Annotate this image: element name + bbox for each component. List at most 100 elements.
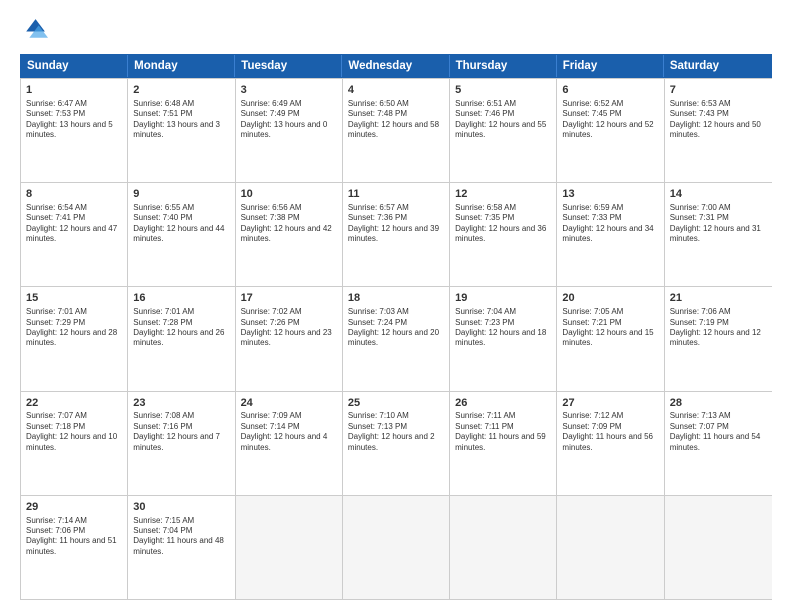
day-number: 7 [670,83,767,98]
cal-header-monday: Monday [128,55,235,77]
cal-day-10: 10Sunrise: 6:56 AM Sunset: 7:38 PM Dayli… [236,183,343,286]
day-info: Sunrise: 7:14 AM Sunset: 7:06 PM Dayligh… [26,516,122,558]
cal-day-12: 12Sunrise: 6:58 AM Sunset: 7:35 PM Dayli… [450,183,557,286]
day-number: 3 [241,83,337,98]
day-info: Sunrise: 6:50 AM Sunset: 7:48 PM Dayligh… [348,99,444,141]
day-number: 22 [26,396,122,411]
cal-day-13: 13Sunrise: 6:59 AM Sunset: 7:33 PM Dayli… [557,183,664,286]
cal-day-15: 15Sunrise: 7:01 AM Sunset: 7:29 PM Dayli… [21,287,128,390]
cal-day-20: 20Sunrise: 7:05 AM Sunset: 7:21 PM Dayli… [557,287,664,390]
cal-day-21: 21Sunrise: 7:06 AM Sunset: 7:19 PM Dayli… [665,287,772,390]
day-info: Sunrise: 7:15 AM Sunset: 7:04 PM Dayligh… [133,516,229,558]
day-number: 25 [348,396,444,411]
day-info: Sunrise: 7:10 AM Sunset: 7:13 PM Dayligh… [348,411,444,453]
cal-week-2: 8Sunrise: 6:54 AM Sunset: 7:41 PM Daylig… [21,182,772,286]
day-info: Sunrise: 6:54 AM Sunset: 7:41 PM Dayligh… [26,203,122,245]
cal-day-27: 27Sunrise: 7:12 AM Sunset: 7:09 PM Dayli… [557,392,664,495]
cal-day-25: 25Sunrise: 7:10 AM Sunset: 7:13 PM Dayli… [343,392,450,495]
cal-week-1: 1Sunrise: 6:47 AM Sunset: 7:53 PM Daylig… [21,78,772,182]
day-number: 5 [455,83,551,98]
day-info: Sunrise: 7:09 AM Sunset: 7:14 PM Dayligh… [241,411,337,453]
day-number: 15 [26,291,122,306]
logo-icon [20,16,48,44]
day-info: Sunrise: 6:59 AM Sunset: 7:33 PM Dayligh… [562,203,658,245]
cal-day-19: 19Sunrise: 7:04 AM Sunset: 7:23 PM Dayli… [450,287,557,390]
page: SundayMondayTuesdayWednesdayThursdayFrid… [0,0,792,612]
day-info: Sunrise: 7:02 AM Sunset: 7:26 PM Dayligh… [241,307,337,349]
day-number: 11 [348,187,444,202]
day-number: 1 [26,83,122,98]
cal-day-empty [665,496,772,599]
cal-day-8: 8Sunrise: 6:54 AM Sunset: 7:41 PM Daylig… [21,183,128,286]
day-info: Sunrise: 7:01 AM Sunset: 7:28 PM Dayligh… [133,307,229,349]
header [20,16,772,44]
day-info: Sunrise: 6:55 AM Sunset: 7:40 PM Dayligh… [133,203,229,245]
day-info: Sunrise: 7:01 AM Sunset: 7:29 PM Dayligh… [26,307,122,349]
cal-header-saturday: Saturday [664,55,771,77]
day-number: 19 [455,291,551,306]
cal-day-9: 9Sunrise: 6:55 AM Sunset: 7:40 PM Daylig… [128,183,235,286]
day-info: Sunrise: 6:52 AM Sunset: 7:45 PM Dayligh… [562,99,658,141]
cal-header-tuesday: Tuesday [235,55,342,77]
day-number: 9 [133,187,229,202]
cal-day-23: 23Sunrise: 7:08 AM Sunset: 7:16 PM Dayli… [128,392,235,495]
day-info: Sunrise: 7:11 AM Sunset: 7:11 PM Dayligh… [455,411,551,453]
day-info: Sunrise: 7:04 AM Sunset: 7:23 PM Dayligh… [455,307,551,349]
day-number: 14 [670,187,767,202]
calendar: SundayMondayTuesdayWednesdayThursdayFrid… [20,54,772,600]
day-info: Sunrise: 7:07 AM Sunset: 7:18 PM Dayligh… [26,411,122,453]
day-info: Sunrise: 7:12 AM Sunset: 7:09 PM Dayligh… [562,411,658,453]
cal-day-30: 30Sunrise: 7:15 AM Sunset: 7:04 PM Dayli… [128,496,235,599]
day-number: 10 [241,187,337,202]
cal-day-26: 26Sunrise: 7:11 AM Sunset: 7:11 PM Dayli… [450,392,557,495]
day-number: 16 [133,291,229,306]
cal-day-1: 1Sunrise: 6:47 AM Sunset: 7:53 PM Daylig… [21,79,128,182]
day-info: Sunrise: 6:56 AM Sunset: 7:38 PM Dayligh… [241,203,337,245]
day-info: Sunrise: 6:49 AM Sunset: 7:49 PM Dayligh… [241,99,337,141]
day-info: Sunrise: 7:00 AM Sunset: 7:31 PM Dayligh… [670,203,767,245]
day-number: 4 [348,83,444,98]
day-info: Sunrise: 6:48 AM Sunset: 7:51 PM Dayligh… [133,99,229,141]
logo [20,16,52,44]
cal-day-14: 14Sunrise: 7:00 AM Sunset: 7:31 PM Dayli… [665,183,772,286]
cal-header-wednesday: Wednesday [342,55,449,77]
calendar-body: 1Sunrise: 6:47 AM Sunset: 7:53 PM Daylig… [20,78,772,600]
cal-day-empty [343,496,450,599]
day-number: 13 [562,187,658,202]
day-number: 21 [670,291,767,306]
cal-week-5: 29Sunrise: 7:14 AM Sunset: 7:06 PM Dayli… [21,495,772,599]
cal-day-6: 6Sunrise: 6:52 AM Sunset: 7:45 PM Daylig… [557,79,664,182]
cal-day-7: 7Sunrise: 6:53 AM Sunset: 7:43 PM Daylig… [665,79,772,182]
day-number: 8 [26,187,122,202]
cal-day-17: 17Sunrise: 7:02 AM Sunset: 7:26 PM Dayli… [236,287,343,390]
cal-day-5: 5Sunrise: 6:51 AM Sunset: 7:46 PM Daylig… [450,79,557,182]
day-info: Sunrise: 7:06 AM Sunset: 7:19 PM Dayligh… [670,307,767,349]
day-info: Sunrise: 7:03 AM Sunset: 7:24 PM Dayligh… [348,307,444,349]
cal-day-29: 29Sunrise: 7:14 AM Sunset: 7:06 PM Dayli… [21,496,128,599]
cal-day-28: 28Sunrise: 7:13 AM Sunset: 7:07 PM Dayli… [665,392,772,495]
day-number: 30 [133,500,229,515]
day-info: Sunrise: 7:13 AM Sunset: 7:07 PM Dayligh… [670,411,767,453]
cal-day-empty [236,496,343,599]
day-info: Sunrise: 6:51 AM Sunset: 7:46 PM Dayligh… [455,99,551,141]
cal-day-2: 2Sunrise: 6:48 AM Sunset: 7:51 PM Daylig… [128,79,235,182]
cal-header-friday: Friday [557,55,664,77]
day-number: 23 [133,396,229,411]
day-info: Sunrise: 6:53 AM Sunset: 7:43 PM Dayligh… [670,99,767,141]
day-number: 2 [133,83,229,98]
cal-week-3: 15Sunrise: 7:01 AM Sunset: 7:29 PM Dayli… [21,286,772,390]
day-number: 6 [562,83,658,98]
cal-day-18: 18Sunrise: 7:03 AM Sunset: 7:24 PM Dayli… [343,287,450,390]
day-number: 24 [241,396,337,411]
day-number: 26 [455,396,551,411]
calendar-header: SundayMondayTuesdayWednesdayThursdayFrid… [20,54,772,78]
cal-week-4: 22Sunrise: 7:07 AM Sunset: 7:18 PM Dayli… [21,391,772,495]
cal-day-22: 22Sunrise: 7:07 AM Sunset: 7:18 PM Dayli… [21,392,128,495]
cal-day-3: 3Sunrise: 6:49 AM Sunset: 7:49 PM Daylig… [236,79,343,182]
cal-header-thursday: Thursday [450,55,557,77]
day-number: 28 [670,396,767,411]
day-number: 17 [241,291,337,306]
cal-day-24: 24Sunrise: 7:09 AM Sunset: 7:14 PM Dayli… [236,392,343,495]
cal-header-sunday: Sunday [21,55,128,77]
day-number: 12 [455,187,551,202]
